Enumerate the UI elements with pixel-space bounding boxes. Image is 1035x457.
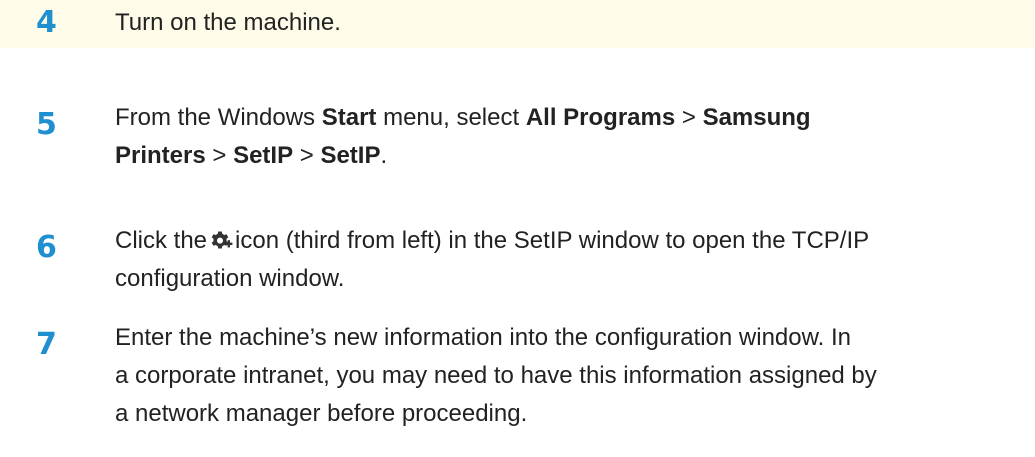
step-line: a corporate intranet, you may need to ha… — [115, 357, 1030, 395]
instruction-text: icon (third from left) in the SetIP wind… — [235, 227, 870, 254]
step-line: Enter the machine’s new information into… — [115, 319, 1030, 357]
instruction-text: Enter the machine’s new information into… — [115, 324, 851, 351]
menu-separator: > — [205, 142, 234, 169]
instruction-text: Turn on the machine. — [115, 9, 341, 36]
step-line: Turn on the machine. — [115, 4, 1030, 42]
instruction-text: a corporate intranet, you may need to ha… — [115, 362, 877, 389]
tcp-ip-config-gear-icon — [211, 231, 233, 249]
instruction-text: a network manager before proceeding. — [115, 400, 528, 427]
menu-samsung: Samsung — [702, 104, 811, 131]
menu-all-programs: All Programs — [525, 104, 676, 131]
menu-printers: Printers — [115, 142, 206, 169]
menu-separator: > — [675, 104, 703, 131]
menu-setip-app: SetIP — [320, 142, 381, 169]
menu-setip: SetIP — [233, 142, 294, 169]
step-text: Enter the machine’s new information into… — [115, 319, 1030, 433]
instruction-text: . — [380, 142, 388, 169]
step-text: From the Windows Start menu, select All … — [115, 99, 1030, 175]
menu-separator: > — [293, 142, 321, 169]
step-line: configuration window. — [115, 260, 1030, 298]
menu-start: Start — [321, 104, 377, 131]
step-text: Turn on the machine. — [115, 4, 1030, 42]
step-number: 5 — [36, 107, 57, 142]
step-line: a network manager before proceeding. — [115, 395, 1030, 433]
instruction-text: From the Windows — [115, 104, 322, 131]
step-number: 7 — [36, 327, 57, 362]
instruction-text: menu, select — [376, 104, 526, 131]
instruction-text: configuration window. — [115, 265, 345, 292]
instruction-text: Click the — [115, 227, 208, 254]
step-text: Click the icon (third from left) in the … — [115, 222, 1030, 298]
step-number: 6 — [36, 230, 57, 265]
step-line: Printers > SetIP > SetIP. — [115, 137, 1030, 175]
step-line: From the Windows Start menu, select All … — [115, 99, 1030, 137]
step-line: Click the icon (third from left) in the … — [115, 222, 1030, 260]
step-number: 4 — [36, 5, 57, 40]
